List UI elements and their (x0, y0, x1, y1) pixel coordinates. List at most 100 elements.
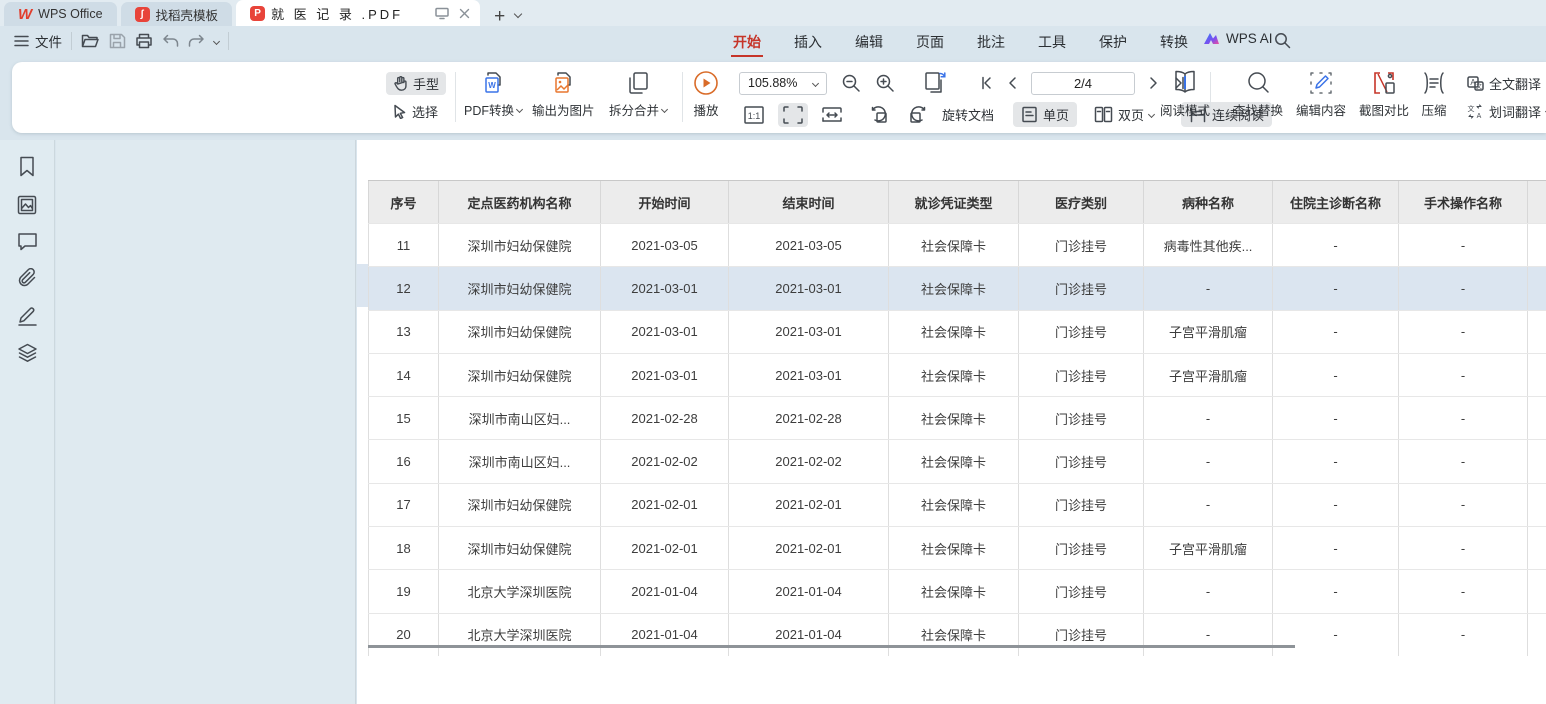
table-row[interactable]: 12深圳市妇幼保健院2021-03-012021-03-01社会保障卡门诊挂号-… (368, 266, 1546, 309)
zoom-in-icon[interactable] (875, 73, 895, 93)
table-row[interactable]: 19北京大学深圳医院2021-01-042021-01-04社会保障卡门诊挂号-… (368, 569, 1546, 612)
medical-records-table: 序号定点医药机构名称开始时间结束时间就诊凭证类型医疗类别病种名称住院主诊断名称手… (368, 180, 1546, 656)
rotate-doc-label[interactable]: 旋转文档 (942, 105, 994, 124)
table-cell: 2021-03-01 (728, 311, 888, 353)
attachment-icon[interactable] (17, 268, 38, 288)
menu-annotate[interactable]: 批注 (975, 28, 1007, 56)
wps-ai-button[interactable]: WPS AI (1203, 31, 1273, 46)
quick-access-chevron-icon[interactable] (213, 37, 220, 44)
menu-items: 开始 插入 编辑 页面 批注 工具 保护 转换 (731, 26, 1190, 58)
page-number-input[interactable]: 2/4 (1031, 72, 1135, 95)
menu-tools[interactable]: 工具 (1036, 28, 1068, 56)
template-icon: ʃ (135, 7, 150, 22)
compress-button[interactable]: 压缩 (1420, 70, 1448, 119)
document-page[interactable]: 序号定点医药机构名称开始时间结束时间就诊凭证类型医疗类别病种名称住院主诊断名称手… (357, 140, 1546, 704)
table-row[interactable]: 17深圳市妇幼保健院2021-02-012021-02-01社会保障卡门诊挂号-… (368, 483, 1546, 526)
tab-document[interactable]: P 就 医 记 录 .PDF (236, 0, 480, 26)
search-icon[interactable] (1274, 32, 1291, 49)
tab-list-chevron-icon[interactable] (514, 10, 522, 18)
table-cell: 社会保障卡 (888, 311, 1018, 353)
read-mode-button[interactable]: 阅读模式 (1160, 70, 1210, 119)
screenshot-compare-button[interactable]: 截图对比 (1359, 70, 1409, 119)
tab-wps-office[interactable]: W WPS Office (4, 2, 117, 26)
next-page-icon[interactable] (1149, 76, 1159, 90)
table-row[interactable]: 16深圳市南山区妇...2021-02-022021-02-02社会保障卡门诊挂… (368, 439, 1546, 482)
rotate-right-icon[interactable] (903, 103, 933, 127)
table-cell-partial (1527, 440, 1546, 482)
comment-icon[interactable] (17, 232, 38, 251)
table-cell-partial (1527, 527, 1546, 569)
close-icon[interactable] (459, 8, 470, 19)
zoom-out-icon[interactable] (841, 73, 861, 93)
read-mode-label: 阅读模式 (1160, 100, 1210, 119)
table-row[interactable]: 13深圳市妇幼保健院2021-03-012021-03-01社会保障卡门诊挂号子… (368, 310, 1546, 353)
pdf-convert-button[interactable]: W PDF转换 (464, 70, 522, 119)
column-header: 序号 (368, 181, 438, 223)
thumbnail-icon[interactable] (17, 195, 37, 215)
monitor-icon[interactable] (435, 7, 449, 20)
sidebar-icon-strip (0, 140, 55, 704)
menu-convert[interactable]: 转换 (1158, 28, 1190, 56)
actual-size-button[interactable]: 1:1 (739, 103, 769, 127)
edit-content-button[interactable]: 编辑内容 (1296, 70, 1346, 119)
word-translate-button[interactable]: 文A 划词翻译 (1460, 100, 1546, 123)
select-tool-label: 选择 (412, 102, 438, 121)
table-row[interactable]: 14深圳市妇幼保健院2021-03-012021-03-01社会保障卡门诊挂号子… (368, 353, 1546, 396)
bookmark-icon[interactable] (18, 156, 36, 178)
split-merge-button[interactable]: 拆分合并 (609, 70, 667, 119)
screenshot-compare-label: 截图对比 (1359, 100, 1409, 119)
table-row[interactable]: 11深圳市妇幼保健院2021-03-052021-03-05社会保障卡门诊挂号病… (368, 223, 1546, 266)
column-header: 住院主诊断名称 (1272, 181, 1398, 223)
zoom-level-input[interactable]: 105.88% (739, 72, 827, 95)
file-menu-button[interactable]: 文件 (14, 31, 62, 51)
table-cell: - (1272, 570, 1398, 612)
table-cell: 2021-03-01 (600, 354, 728, 396)
hand-tool-button[interactable]: 手型 (386, 72, 446, 95)
table-cell: - (1143, 397, 1272, 439)
menu-protect[interactable]: 保护 (1097, 28, 1129, 56)
column-header: 手术操作名称 (1398, 181, 1527, 223)
fit-page-button[interactable] (778, 103, 808, 127)
rotate-pages-icon[interactable] (923, 71, 949, 95)
fit-width-button[interactable] (817, 103, 847, 127)
table-row[interactable]: 18深圳市妇幼保健院2021-02-012021-02-01社会保障卡门诊挂号子… (368, 526, 1546, 569)
export-image-icon (550, 70, 576, 96)
table-cell: 13 (368, 311, 438, 353)
wps-ai-label: WPS AI (1226, 31, 1273, 46)
single-page-button[interactable]: 单页 (1013, 102, 1077, 127)
open-folder-icon[interactable] (81, 33, 100, 49)
play-button[interactable]: 播放 (693, 70, 719, 119)
menu-home[interactable]: 开始 (731, 28, 763, 57)
table-cell: 2021-03-01 (728, 267, 888, 309)
menu-page[interactable]: 页面 (914, 28, 946, 56)
double-page-button[interactable]: 双页 (1086, 102, 1162, 127)
save-icon[interactable] (109, 33, 126, 49)
find-replace-button[interactable]: 查找替换 (1233, 70, 1283, 119)
new-tab-button[interactable]: + (494, 7, 505, 26)
menu-edit[interactable]: 编辑 (853, 28, 885, 56)
table-cell: 子宫平滑肌瘤 (1143, 527, 1272, 569)
signature-icon[interactable] (17, 305, 38, 326)
export-image-button[interactable]: 输出为图片 (532, 70, 595, 119)
print-icon[interactable] (135, 33, 153, 49)
first-page-icon[interactable] (979, 76, 993, 90)
undo-icon[interactable] (162, 34, 179, 48)
table-cell: 2021-02-01 (600, 484, 728, 526)
redo-icon[interactable] (188, 34, 205, 48)
table-cell: - (1272, 440, 1398, 482)
wps-ai-icon (1203, 31, 1220, 46)
table-row[interactable]: 20北京大学深圳医院2021-01-042021-01-04社会保障卡门诊挂号-… (368, 613, 1546, 656)
column-header: 就诊凭证类型 (888, 181, 1018, 223)
double-page-icon (1094, 106, 1113, 123)
double-page-label: 双页 (1118, 105, 1144, 124)
rotate-left-icon[interactable] (864, 103, 894, 127)
single-page-label: 单页 (1043, 105, 1069, 124)
menu-insert[interactable]: 插入 (792, 28, 824, 56)
table-row[interactable]: 15深圳市南山区妇...2021-02-282021-02-28社会保障卡门诊挂… (368, 396, 1546, 439)
tab-templates[interactable]: ʃ 找稻壳模板 (121, 2, 233, 26)
select-tool-button[interactable]: 选择 (386, 100, 446, 123)
prev-page-icon[interactable] (1007, 76, 1017, 90)
full-translate-button[interactable]: A文 全文翻译 (1460, 72, 1546, 95)
layers-icon[interactable] (17, 343, 38, 363)
table-cell: - (1272, 484, 1398, 526)
